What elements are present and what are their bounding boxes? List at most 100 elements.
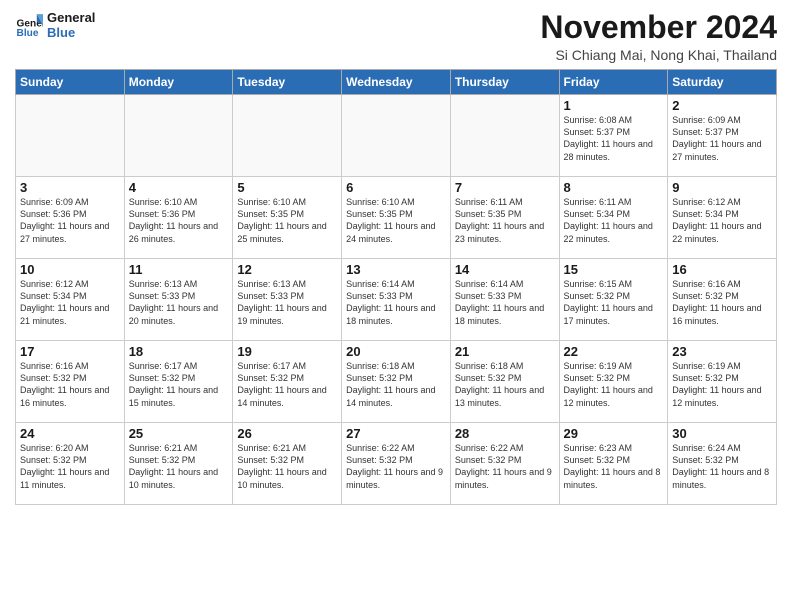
day-number: 16 bbox=[672, 262, 772, 277]
calendar-cell-w3-d6: 23Sunrise: 6:19 AM Sunset: 5:32 PM Dayli… bbox=[668, 341, 777, 423]
day-detail: Sunrise: 6:21 AM Sunset: 5:32 PM Dayligh… bbox=[237, 442, 337, 491]
week-row-0: 1Sunrise: 6:08 AM Sunset: 5:37 PM Daylig… bbox=[16, 95, 777, 177]
day-number: 26 bbox=[237, 426, 337, 441]
calendar-cell-w0-d5: 1Sunrise: 6:08 AM Sunset: 5:37 PM Daylig… bbox=[559, 95, 668, 177]
calendar-cell-w1-d5: 8Sunrise: 6:11 AM Sunset: 5:34 PM Daylig… bbox=[559, 177, 668, 259]
day-detail: Sunrise: 6:11 AM Sunset: 5:34 PM Dayligh… bbox=[564, 196, 664, 245]
calendar-cell-w2-d6: 16Sunrise: 6:16 AM Sunset: 5:32 PM Dayli… bbox=[668, 259, 777, 341]
day-detail: Sunrise: 6:12 AM Sunset: 5:34 PM Dayligh… bbox=[20, 278, 120, 327]
calendar-cell-w2-d4: 14Sunrise: 6:14 AM Sunset: 5:33 PM Dayli… bbox=[450, 259, 559, 341]
calendar-cell-w1-d0: 3Sunrise: 6:09 AM Sunset: 5:36 PM Daylig… bbox=[16, 177, 125, 259]
logo-general: General bbox=[47, 10, 95, 25]
calendar-cell-w1-d2: 5Sunrise: 6:10 AM Sunset: 5:35 PM Daylig… bbox=[233, 177, 342, 259]
day-detail: Sunrise: 6:11 AM Sunset: 5:35 PM Dayligh… bbox=[455, 196, 555, 245]
day-detail: Sunrise: 6:14 AM Sunset: 5:33 PM Dayligh… bbox=[455, 278, 555, 327]
day-detail: Sunrise: 6:21 AM Sunset: 5:32 PM Dayligh… bbox=[129, 442, 229, 491]
day-detail: Sunrise: 6:23 AM Sunset: 5:32 PM Dayligh… bbox=[564, 442, 664, 491]
day-number: 22 bbox=[564, 344, 664, 359]
week-row-3: 17Sunrise: 6:16 AM Sunset: 5:32 PM Dayli… bbox=[16, 341, 777, 423]
calendar-cell-w0-d4 bbox=[450, 95, 559, 177]
col-friday: Friday bbox=[559, 70, 668, 95]
day-number: 5 bbox=[237, 180, 337, 195]
day-number: 30 bbox=[672, 426, 772, 441]
calendar-cell-w0-d2 bbox=[233, 95, 342, 177]
calendar-cell-w3-d0: 17Sunrise: 6:16 AM Sunset: 5:32 PM Dayli… bbox=[16, 341, 125, 423]
day-detail: Sunrise: 6:10 AM Sunset: 5:35 PM Dayligh… bbox=[237, 196, 337, 245]
day-detail: Sunrise: 6:22 AM Sunset: 5:32 PM Dayligh… bbox=[455, 442, 555, 491]
day-detail: Sunrise: 6:17 AM Sunset: 5:32 PM Dayligh… bbox=[129, 360, 229, 409]
col-wednesday: Wednesday bbox=[342, 70, 451, 95]
day-number: 21 bbox=[455, 344, 555, 359]
calendar-cell-w0-d0 bbox=[16, 95, 125, 177]
week-row-1: 3Sunrise: 6:09 AM Sunset: 5:36 PM Daylig… bbox=[16, 177, 777, 259]
calendar-cell-w3-d2: 19Sunrise: 6:17 AM Sunset: 5:32 PM Dayli… bbox=[233, 341, 342, 423]
day-number: 6 bbox=[346, 180, 446, 195]
day-number: 10 bbox=[20, 262, 120, 277]
calendar-header-row: Sunday Monday Tuesday Wednesday Thursday… bbox=[16, 70, 777, 95]
day-detail: Sunrise: 6:10 AM Sunset: 5:36 PM Dayligh… bbox=[129, 196, 229, 245]
day-detail: Sunrise: 6:13 AM Sunset: 5:33 PM Dayligh… bbox=[129, 278, 229, 327]
day-detail: Sunrise: 6:18 AM Sunset: 5:32 PM Dayligh… bbox=[455, 360, 555, 409]
day-number: 17 bbox=[20, 344, 120, 359]
calendar-cell-w3-d4: 21Sunrise: 6:18 AM Sunset: 5:32 PM Dayli… bbox=[450, 341, 559, 423]
col-thursday: Thursday bbox=[450, 70, 559, 95]
calendar-cell-w3-d3: 20Sunrise: 6:18 AM Sunset: 5:32 PM Dayli… bbox=[342, 341, 451, 423]
day-detail: Sunrise: 6:09 AM Sunset: 5:37 PM Dayligh… bbox=[672, 114, 772, 163]
day-number: 7 bbox=[455, 180, 555, 195]
day-number: 15 bbox=[564, 262, 664, 277]
logo-blue: Blue bbox=[47, 25, 95, 40]
calendar-cell-w2-d2: 12Sunrise: 6:13 AM Sunset: 5:33 PM Dayli… bbox=[233, 259, 342, 341]
location: Si Chiang Mai, Nong Khai, Thailand bbox=[540, 47, 777, 63]
col-sunday: Sunday bbox=[16, 70, 125, 95]
calendar-cell-w1-d4: 7Sunrise: 6:11 AM Sunset: 5:35 PM Daylig… bbox=[450, 177, 559, 259]
calendar-cell-w2-d5: 15Sunrise: 6:15 AM Sunset: 5:32 PM Dayli… bbox=[559, 259, 668, 341]
page: General Blue General Blue November 2024 … bbox=[0, 0, 792, 612]
calendar-cell-w4-d4: 28Sunrise: 6:22 AM Sunset: 5:32 PM Dayli… bbox=[450, 423, 559, 505]
day-number: 28 bbox=[455, 426, 555, 441]
day-number: 9 bbox=[672, 180, 772, 195]
day-detail: Sunrise: 6:20 AM Sunset: 5:32 PM Dayligh… bbox=[20, 442, 120, 491]
calendar-cell-w0-d6: 2Sunrise: 6:09 AM Sunset: 5:37 PM Daylig… bbox=[668, 95, 777, 177]
col-monday: Monday bbox=[124, 70, 233, 95]
calendar-cell-w2-d1: 11Sunrise: 6:13 AM Sunset: 5:33 PM Dayli… bbox=[124, 259, 233, 341]
day-number: 8 bbox=[564, 180, 664, 195]
day-detail: Sunrise: 6:18 AM Sunset: 5:32 PM Dayligh… bbox=[346, 360, 446, 409]
svg-text:Blue: Blue bbox=[17, 28, 39, 39]
calendar-cell-w1-d6: 9Sunrise: 6:12 AM Sunset: 5:34 PM Daylig… bbox=[668, 177, 777, 259]
day-detail: Sunrise: 6:12 AM Sunset: 5:34 PM Dayligh… bbox=[672, 196, 772, 245]
header: General Blue General Blue November 2024 … bbox=[15, 10, 777, 63]
calendar-cell-w1-d1: 4Sunrise: 6:10 AM Sunset: 5:36 PM Daylig… bbox=[124, 177, 233, 259]
day-number: 14 bbox=[455, 262, 555, 277]
day-detail: Sunrise: 6:10 AM Sunset: 5:35 PM Dayligh… bbox=[346, 196, 446, 245]
day-detail: Sunrise: 6:16 AM Sunset: 5:32 PM Dayligh… bbox=[672, 278, 772, 327]
calendar-cell-w4-d2: 26Sunrise: 6:21 AM Sunset: 5:32 PM Dayli… bbox=[233, 423, 342, 505]
day-number: 11 bbox=[129, 262, 229, 277]
day-number: 12 bbox=[237, 262, 337, 277]
day-detail: Sunrise: 6:14 AM Sunset: 5:33 PM Dayligh… bbox=[346, 278, 446, 327]
week-row-2: 10Sunrise: 6:12 AM Sunset: 5:34 PM Dayli… bbox=[16, 259, 777, 341]
day-detail: Sunrise: 6:15 AM Sunset: 5:32 PM Dayligh… bbox=[564, 278, 664, 327]
logo: General Blue General Blue bbox=[15, 10, 95, 40]
week-row-4: 24Sunrise: 6:20 AM Sunset: 5:32 PM Dayli… bbox=[16, 423, 777, 505]
day-number: 19 bbox=[237, 344, 337, 359]
calendar-cell-w4-d3: 27Sunrise: 6:22 AM Sunset: 5:32 PM Dayli… bbox=[342, 423, 451, 505]
day-number: 4 bbox=[129, 180, 229, 195]
calendar-cell-w4-d0: 24Sunrise: 6:20 AM Sunset: 5:32 PM Dayli… bbox=[16, 423, 125, 505]
calendar-cell-w3-d1: 18Sunrise: 6:17 AM Sunset: 5:32 PM Dayli… bbox=[124, 341, 233, 423]
col-saturday: Saturday bbox=[668, 70, 777, 95]
day-detail: Sunrise: 6:24 AM Sunset: 5:32 PM Dayligh… bbox=[672, 442, 772, 491]
calendar-cell-w4-d5: 29Sunrise: 6:23 AM Sunset: 5:32 PM Dayli… bbox=[559, 423, 668, 505]
month-title: November 2024 bbox=[540, 10, 777, 45]
calendar-cell-w4-d6: 30Sunrise: 6:24 AM Sunset: 5:32 PM Dayli… bbox=[668, 423, 777, 505]
day-detail: Sunrise: 6:19 AM Sunset: 5:32 PM Dayligh… bbox=[564, 360, 664, 409]
day-number: 18 bbox=[129, 344, 229, 359]
day-detail: Sunrise: 6:19 AM Sunset: 5:32 PM Dayligh… bbox=[672, 360, 772, 409]
day-number: 29 bbox=[564, 426, 664, 441]
day-number: 23 bbox=[672, 344, 772, 359]
calendar-cell-w0-d1 bbox=[124, 95, 233, 177]
day-detail: Sunrise: 6:13 AM Sunset: 5:33 PM Dayligh… bbox=[237, 278, 337, 327]
calendar-cell-w0-d3 bbox=[342, 95, 451, 177]
calendar-cell-w3-d5: 22Sunrise: 6:19 AM Sunset: 5:32 PM Dayli… bbox=[559, 341, 668, 423]
title-area: November 2024 Si Chiang Mai, Nong Khai, … bbox=[540, 10, 777, 63]
day-number: 24 bbox=[20, 426, 120, 441]
